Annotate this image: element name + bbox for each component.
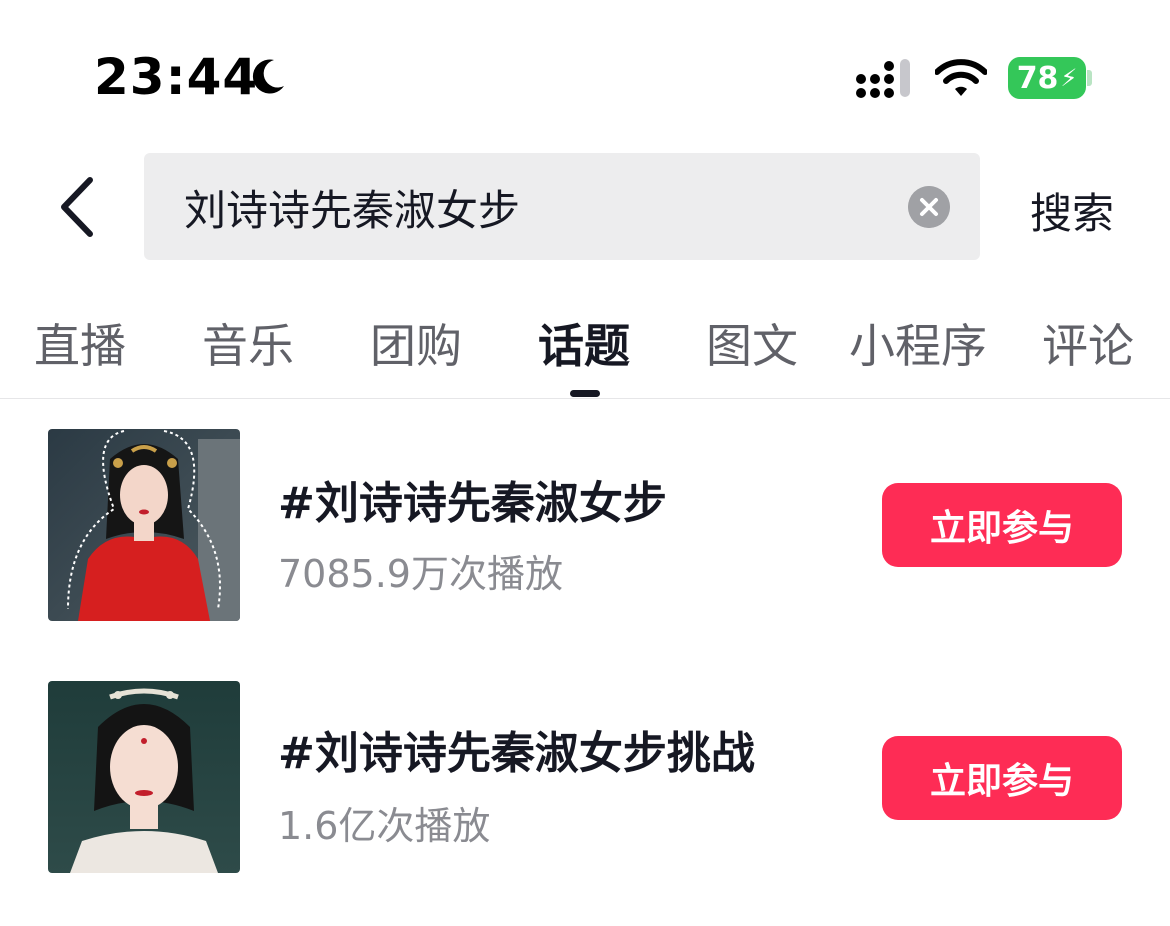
- join-topic-button[interactable]: 立即参与: [882, 483, 1122, 567]
- clear-icon[interactable]: [908, 186, 950, 228]
- cellular-signal-icon: [856, 59, 910, 98]
- bolt-icon: ⚡: [1060, 64, 1078, 92]
- search-input[interactable]: [184, 177, 884, 237]
- battery-level: 78: [1016, 60, 1059, 96]
- search-button[interactable]: 搜索: [1030, 180, 1114, 241]
- topic-title: #刘诗诗先秦淑女步挑战: [278, 728, 755, 779]
- battery-tip: [1087, 70, 1092, 86]
- topic-play-count: 7085.9万次播放: [278, 552, 563, 596]
- wifi-icon: [935, 59, 987, 96]
- join-topic-button[interactable]: 立即参与: [882, 736, 1122, 820]
- back-chevron-icon[interactable]: [54, 176, 104, 238]
- tab-music[interactable]: 音乐: [202, 310, 294, 376]
- tab-image-text[interactable]: 图文: [706, 310, 798, 376]
- search-tabs: 直播 音乐 团购 话题 图文 小程序 评论: [0, 300, 1170, 399]
- active-tab-indicator: [570, 390, 600, 397]
- tab-comments[interactable]: 评论: [1042, 310, 1134, 376]
- topic-row[interactable]: #刘诗诗先秦淑女步 7085.9万次播放 立即参与: [0, 429, 1170, 621]
- search-box: [144, 153, 980, 260]
- battery-charging-icon: 78 ⚡: [1008, 57, 1086, 99]
- topic-thumbnail: [48, 681, 240, 873]
- moon-icon: [252, 59, 284, 94]
- tab-mini-programs[interactable]: 小程序: [849, 310, 987, 376]
- topic-play-count: 1.6亿次播放: [278, 804, 491, 848]
- tab-topics[interactable]: 话题: [538, 310, 630, 376]
- tab-group-buy[interactable]: 团购: [370, 310, 462, 376]
- topic-row[interactable]: #刘诗诗先秦淑女步挑战 1.6亿次播放 立即参与: [0, 681, 1170, 873]
- status-time: 23:44: [94, 48, 259, 106]
- status-bar: 23:44 78 ⚡: [0, 0, 1170, 150]
- topic-thumbnail: [48, 429, 240, 621]
- tab-live[interactable]: 直播: [34, 310, 126, 376]
- topic-title: #刘诗诗先秦淑女步: [278, 478, 667, 529]
